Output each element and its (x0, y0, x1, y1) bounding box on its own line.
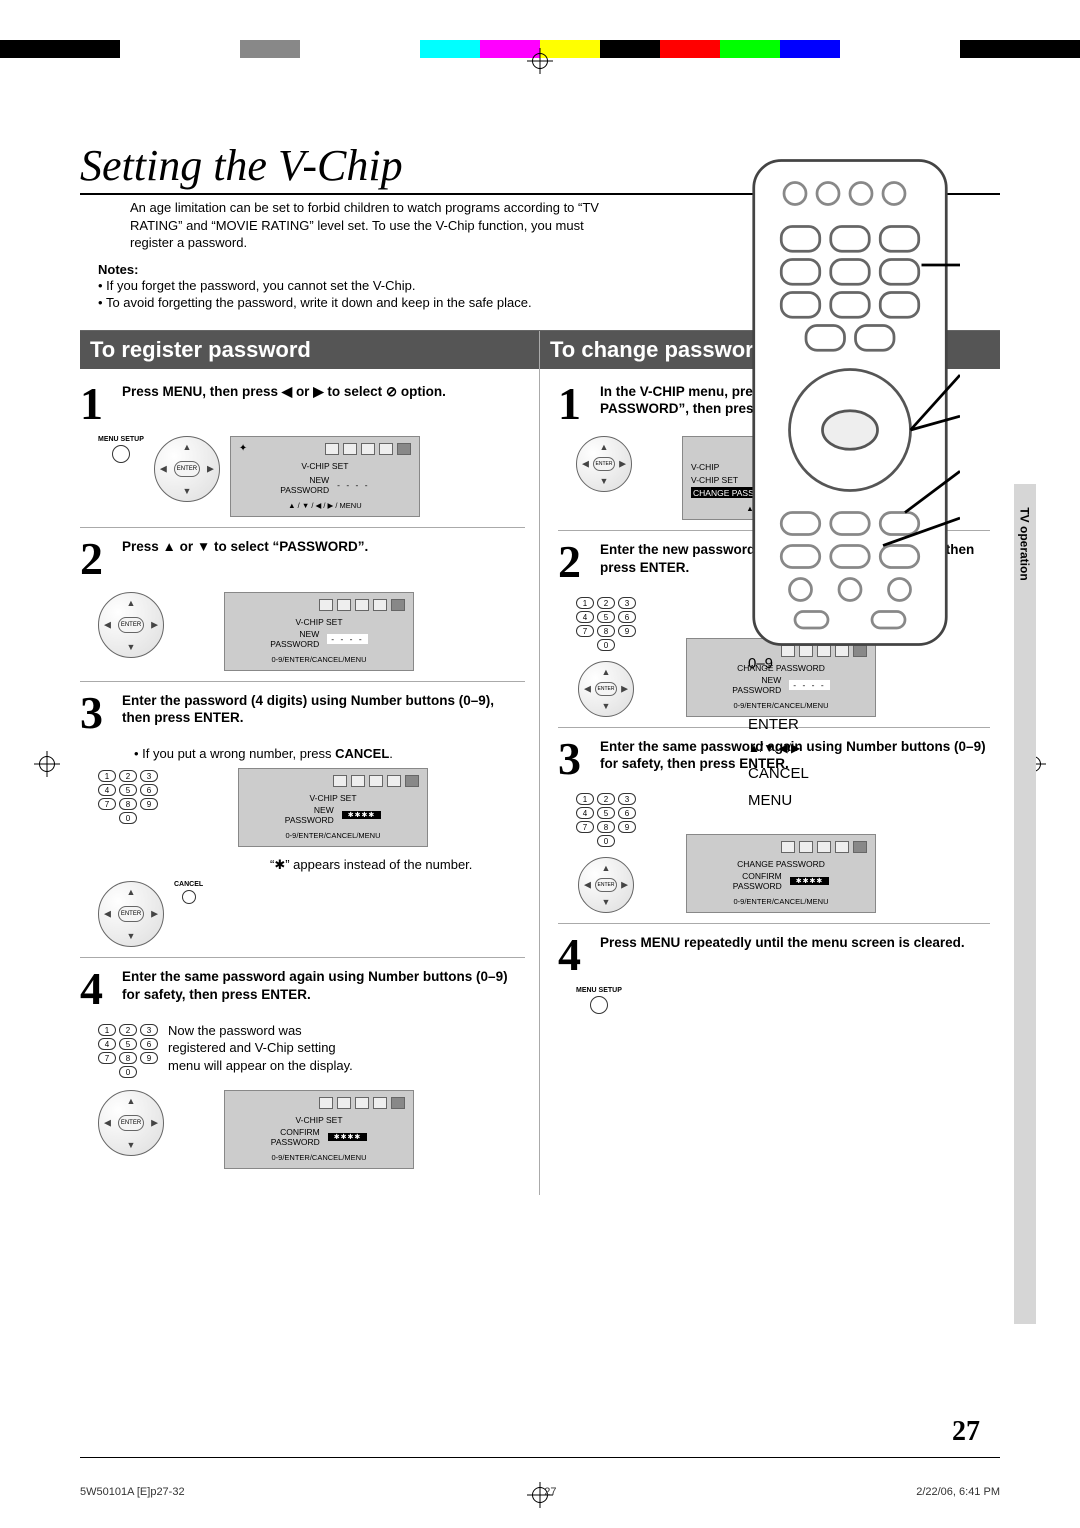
section-tab: TV operation (1014, 484, 1036, 604)
menu-setup-button-icon: MENU SETUP (98, 436, 144, 463)
step-substep: Now the password was registered and V-Ch… (168, 1022, 358, 1075)
menu-setup-button-icon: MENU SETUP (576, 987, 622, 1014)
osd-panel: ✦ V-CHIP SET NEWPASSWORD- - - - ▲ / ▼ / … (230, 436, 420, 517)
remote-key-label: 0–9 (748, 650, 809, 677)
navpad-icon: ▲▼◀▶ ENTER (154, 436, 220, 502)
step-text: Press MENU repeatedly until the menu scr… (600, 934, 965, 975)
osd-panel: V-CHIP SET CONFIRMPASSWORD✱✱✱✱ 0-9/ENTER… (224, 1090, 414, 1169)
intro-text: An age limitation can be set to forbid c… (130, 199, 630, 252)
asterisk-note: “✱” appears instead of the number. (270, 857, 525, 873)
registration-mark-icon (527, 48, 553, 74)
step-number: 2 (80, 538, 114, 579)
remote-key-label: CANCEL (748, 760, 809, 787)
osd-panel: CHANGE PASSWORD CONFIRMPASSWORD✱✱✱✱ 0-9/… (686, 834, 876, 913)
footer-right: 2/22/06, 6:41 PM (916, 1486, 1000, 1498)
step-number: 1 (80, 383, 114, 424)
number-keypad-icon: 123 456 789 0 (576, 595, 636, 653)
step-text: Enter the password (4 digits) using Numb… (122, 692, 525, 733)
number-keypad-icon: 123 456 789 0 (98, 1022, 158, 1080)
step-text: Press MENU, then press ◀ or ▶ to select … (122, 383, 446, 424)
remote-key-legend: 0–9 ENTER ▲/▼/◀/▶ CANCEL MENU (740, 155, 960, 814)
section-tab-label: TV operation (1018, 507, 1032, 580)
section-tab-tail (1014, 604, 1036, 1324)
footer-mid: 27 (544, 1486, 556, 1498)
remote-illustration-icon (740, 155, 960, 650)
footer-left: 5W50101A [E]p27-32 (80, 1486, 185, 1498)
footer-rule (80, 1457, 1000, 1458)
navpad-icon: ▲▼◀▶ ENTER (98, 1090, 164, 1156)
number-keypad-icon: 123 456 789 0 (98, 768, 158, 826)
step-number: 2 (558, 541, 592, 582)
step-number: 3 (80, 692, 114, 733)
osd-panel: V-CHIP SET NEWPASSWORD- - - - 0-9/ENTER/… (224, 592, 414, 671)
step-substep: • If you put a wrong number, press CANCE… (134, 745, 525, 763)
note-item: If you forget the password, you cannot s… (98, 277, 578, 295)
registration-mark-icon (34, 751, 60, 777)
section-heading: To register password (80, 331, 539, 369)
page-number: 27 (952, 1416, 980, 1448)
osd-panel: V-CHIP SET NEWPASSWORD✱✱✱✱ 0-9/ENTER/CAN… (238, 768, 428, 847)
remote-key-label: ENTER (748, 711, 809, 738)
note-item: To avoid forgetting the password, write … (98, 294, 578, 312)
step-number: 3 (558, 738, 592, 779)
remote-key-label: ▲/▼/◀/▶ (748, 738, 809, 760)
number-keypad-icon: 123 456 789 0 (576, 791, 636, 849)
navpad-icon: ▲▼◀▶ ENTER (578, 857, 634, 913)
step-number: 4 (558, 934, 592, 975)
step-number: 4 (80, 968, 114, 1009)
print-footer: 5W50101A [E]p27-32 27 2/22/06, 6:41 PM (80, 1486, 1000, 1498)
navpad-icon: ▲▼◀▶ ENTER (98, 881, 164, 947)
remote-key-label: MENU (748, 787, 809, 814)
navpad-icon: ▲▼◀▶ ENTER (578, 661, 634, 717)
step-text: Enter the same password again using Numb… (122, 968, 525, 1009)
cancel-button-icon: CANCEL (174, 881, 203, 904)
navpad-icon: ▲▼◀▶ ENTER (576, 436, 632, 492)
step-number: 1 (558, 383, 592, 424)
register-password-section: To register password 1 Press MENU, then … (80, 331, 540, 1195)
navpad-icon: ▲▼◀▶ ENTER (98, 592, 164, 658)
step-text: Press ▲ or ▼ to select “PASSWORD”. (122, 538, 368, 579)
notes-list: If you forget the password, you cannot s… (98, 277, 578, 312)
